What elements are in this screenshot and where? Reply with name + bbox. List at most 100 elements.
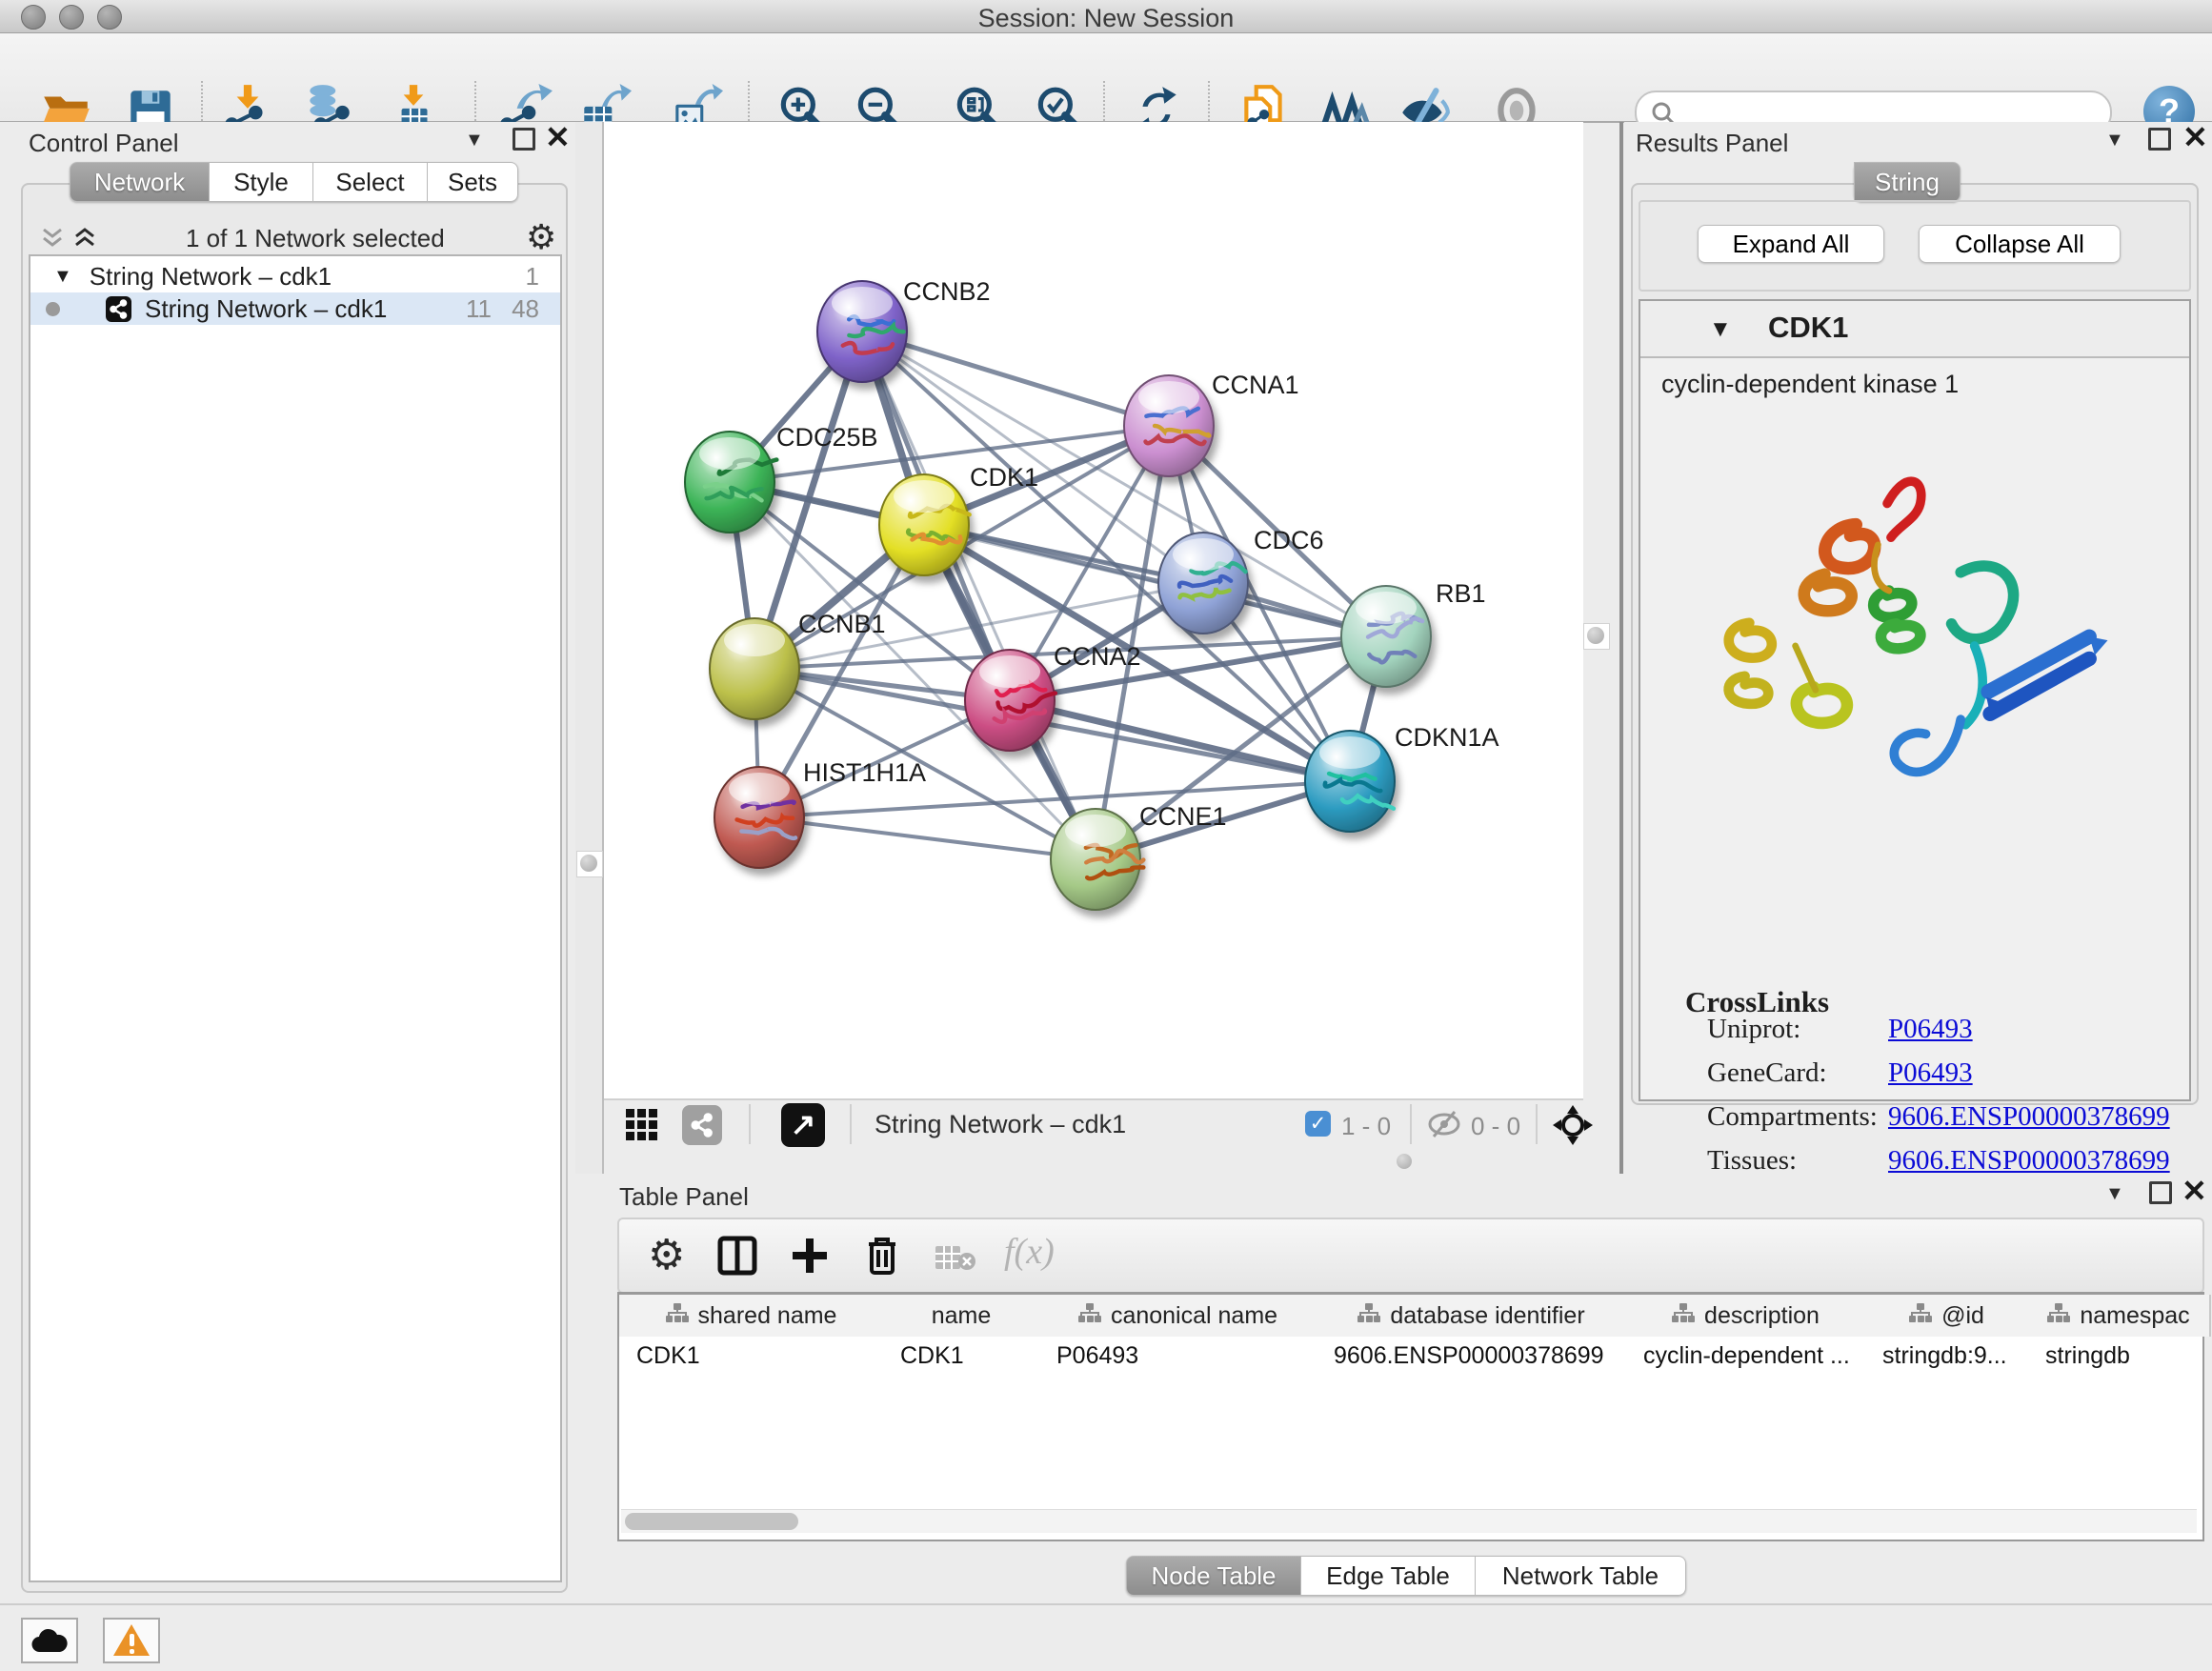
collapse-all-icon[interactable] [40, 227, 65, 250]
column-label: @id [1941, 1302, 1984, 1330]
tab-network[interactable]: Network [70, 162, 210, 202]
network-node-RB1[interactable]: RB1 [1341, 579, 1486, 687]
network-node-CDK1[interactable]: CDK1 [879, 463, 1038, 575]
window-title: Session: New Session [0, 4, 2212, 33]
results-panel-float-icon[interactable]: ▼ [2105, 130, 2124, 151]
crosslink-row: Tissues:9606.ENSP00000378699 [1707, 1145, 2164, 1177]
network-tree-root-row[interactable]: ▼ String Network – cdk1 1 [30, 260, 560, 292]
gene-card: ▼ CDK1 cyclin-dependent kinase 1 [1639, 299, 2191, 1101]
tab-string[interactable]: String [1854, 162, 1961, 202]
table-cell[interactable]: P06493 [1039, 1339, 1317, 1373]
tab-edge-table[interactable]: Edge Table [1301, 1556, 1476, 1596]
horizontal-splitter-handle[interactable] [1397, 1154, 1412, 1169]
crosslink-row: GeneCard:P06493 [1707, 1057, 2164, 1089]
network-node-CCNB2[interactable]: CCNB2 [817, 277, 991, 382]
network-badge-icon[interactable] [682, 1105, 722, 1145]
column-label: description [1704, 1302, 1820, 1330]
tab-style[interactable]: Style [210, 162, 313, 202]
right-splitter[interactable] [1619, 122, 1623, 1174]
network-options-gear-icon[interactable]: ⚙ [526, 217, 556, 257]
table-cell[interactable]: 9606.ENSP00000378699 [1317, 1339, 1626, 1373]
network-node-CDKN1A[interactable]: CDKN1A [1305, 723, 1499, 832]
delete-column-trash-icon[interactable] [861, 1233, 903, 1278]
network-graph[interactable]: CCNB2CCNA1CDC25BCDK1CDC6RB1CCNB1CCNA2CDK… [604, 122, 1583, 1098]
column-label: namespac [2080, 1302, 2189, 1330]
column-type-icon [1078, 1302, 1101, 1330]
expand-all-button[interactable]: Expand All [1698, 225, 1884, 263]
crosslink-link[interactable]: P06493 [1888, 1057, 1973, 1089]
selected-checkbox-icon[interactable]: ✓ [1305, 1111, 1331, 1137]
network-edge-CCNE1-HIST1H1A[interactable] [759, 817, 1096, 859]
column-header-name[interactable]: name [883, 1295, 1041, 1337]
results-panel-title: Results Panel [1636, 129, 1788, 158]
table-cell[interactable]: CDK1 [619, 1339, 883, 1373]
warning-button[interactable] [103, 1618, 160, 1663]
crosslink-link[interactable]: P06493 [1888, 1014, 1973, 1045]
node-label: CDK1 [970, 463, 1038, 492]
crosslink-link[interactable]: 9606.ENSP00000378699 [1888, 1145, 2170, 1177]
table-cell[interactable]: stringdb:9... [1865, 1339, 2028, 1373]
table-cell[interactable]: cyclin-dependent ... [1626, 1339, 1865, 1373]
gene-card-header[interactable]: ▼ CDK1 [1640, 301, 2189, 358]
network-node-CCNE1[interactable]: CCNE1 [1051, 802, 1227, 910]
results-tabs: String [1854, 162, 1961, 202]
collapse-arrow-icon[interactable]: ▼ [1709, 316, 1732, 343]
column-header-canonical-name[interactable]: canonical name [1039, 1295, 1318, 1337]
crosslink-link[interactable]: 9606.ENSP00000378699 [1888, 1101, 2170, 1133]
titlebar: Session: New Session [0, 0, 2212, 33]
table-horizontal-scrollbar[interactable] [621, 1509, 2197, 1533]
left-splitter-handle[interactable] [576, 851, 603, 877]
results-panel-undock-icon[interactable] [2148, 128, 2171, 151]
table-panel-undock-icon[interactable] [2149, 1181, 2172, 1204]
table-cell[interactable]: stringdb [2028, 1339, 2209, 1373]
scrollbar-thumb[interactable] [625, 1513, 798, 1530]
control-panel-undock-icon[interactable] [513, 128, 535, 151]
collapse-all-button[interactable]: Collapse All [1919, 225, 2121, 263]
column-header-database-identifier[interactable]: database identifier [1317, 1295, 1628, 1337]
birdseye-grid-icon[interactable] [625, 1108, 659, 1142]
column-label: name [932, 1302, 992, 1330]
table-panel-title: Table Panel [619, 1182, 749, 1212]
tab-select[interactable]: Select [313, 162, 428, 202]
separator [749, 1104, 751, 1144]
table-gear-icon[interactable]: ⚙ [648, 1231, 685, 1279]
fit-selected-crosshair-icon[interactable] [1553, 1105, 1593, 1145]
hidden-eye-icon[interactable] [1425, 1110, 1463, 1138]
column-type-icon [2047, 1302, 2070, 1330]
network-node-CDC25B[interactable]: CDC25B [685, 423, 878, 533]
node-label: CCNB1 [798, 610, 886, 638]
expand-all-icon[interactable] [72, 227, 97, 250]
results-panel-close-icon[interactable]: ✕ [2182, 128, 2208, 147]
show-columns-icon[interactable] [716, 1235, 758, 1277]
network-edge-CCNB2-CCNA1[interactable] [862, 332, 1169, 426]
table-cell[interactable]: CDK1 [883, 1339, 1039, 1373]
control-panel-close-icon[interactable]: ✕ [545, 128, 571, 147]
cloud-button[interactable] [21, 1618, 78, 1663]
column-header-description[interactable]: description [1626, 1295, 1867, 1337]
protein-structure-image [1658, 413, 2172, 823]
tab-sets[interactable]: Sets [428, 162, 518, 202]
column-header-shared-name[interactable]: shared name [619, 1295, 885, 1337]
column-type-icon [1672, 1302, 1695, 1330]
tab-network-table[interactable]: Network Table [1476, 1556, 1686, 1596]
add-column-icon[interactable] [789, 1235, 831, 1277]
collapse-arrow-icon[interactable]: ▼ [53, 266, 72, 288]
crosslink-label: Tissues: [1707, 1145, 1797, 1176]
control-panel-float-icon[interactable]: ▼ [465, 130, 484, 151]
column-type-icon [1909, 1302, 1932, 1330]
cloud-icon [30, 1627, 69, 1654]
column-header-namespac[interactable]: namespac [2028, 1295, 2211, 1337]
left-splitter[interactable] [575, 122, 604, 1174]
column-header--id[interactable]: @id [1865, 1295, 2030, 1337]
gene-symbol: CDK1 [1768, 311, 1848, 345]
table-panel-close-icon[interactable]: ✕ [2182, 1181, 2207, 1200]
open-in-window-icon[interactable]: ↗ [781, 1103, 825, 1147]
network-node-CCNA1[interactable]: CCNA1 [1124, 371, 1299, 476]
right-splitter-handle[interactable] [1583, 623, 1610, 650]
table-panel-float-icon[interactable]: ▼ [2105, 1183, 2124, 1205]
tab-node-table[interactable]: Node Table [1126, 1556, 1301, 1596]
network-tree-row-selected[interactable]: String Network – cdk1 11 48 [30, 292, 560, 325]
application-window: Session: New Session [0, 0, 2212, 1671]
table-tabs: Node TableEdge TableNetwork Table [1126, 1556, 1686, 1596]
node-label: RB1 [1436, 579, 1486, 608]
